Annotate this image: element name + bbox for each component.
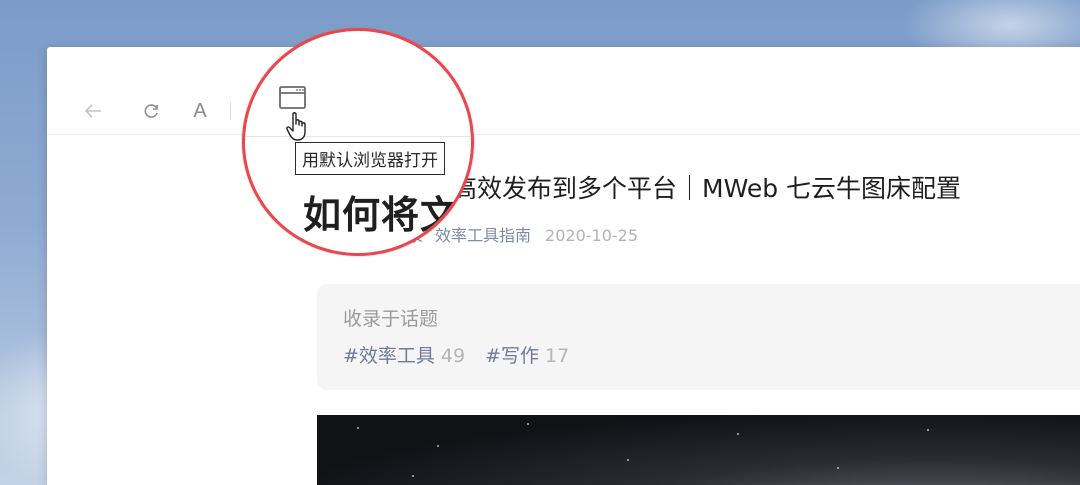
hand-cursor-icon bbox=[285, 111, 313, 143]
tooltip: 用默认浏览器打开 bbox=[295, 142, 445, 175]
star-dot bbox=[737, 433, 739, 435]
refresh-icon[interactable] bbox=[139, 99, 163, 123]
article-title-magnified: 如何将文 bbox=[303, 193, 460, 237]
topic-heading: 收录于话题 bbox=[343, 308, 439, 330]
arrow-left-icon[interactable] bbox=[81, 99, 105, 123]
cover-image bbox=[317, 415, 1080, 485]
article-title-continuation: 高效发布到多个平台｜MWeb 七云牛图床配置 bbox=[452, 174, 962, 203]
topic-count: 49 bbox=[440, 345, 466, 367]
topic-collection-box: 收录于话题 #效率工具 49 #写作 17 bbox=[317, 284, 1080, 390]
toolbar-divider bbox=[230, 102, 231, 120]
star-dot bbox=[412, 475, 414, 477]
star-dot bbox=[357, 427, 359, 429]
star-dot bbox=[437, 445, 439, 447]
toolbar-divider bbox=[245, 136, 471, 137]
star-dot bbox=[527, 423, 529, 425]
browser-window-icon[interactable] bbox=[279, 86, 306, 109]
topic-link[interactable]: #写作 bbox=[485, 345, 539, 367]
toolbar: A bbox=[47, 47, 1080, 135]
star-dot bbox=[927, 429, 929, 431]
font-size-button[interactable]: A bbox=[188, 99, 212, 123]
topic-link[interactable]: #效率工具 bbox=[343, 345, 435, 367]
topic-list: #效率工具 49 #写作 17 bbox=[343, 341, 589, 368]
star-dot bbox=[627, 459, 629, 461]
topic-count: 17 bbox=[545, 345, 570, 367]
app-window: A 如何将文 高效发布到多个平台｜MWeb 七云牛图床配置 录效率工具指南202… bbox=[47, 47, 1080, 485]
publish-date: 2020-10-25 bbox=[545, 226, 639, 245]
magnifier-highlight: 用默认浏览器打开 如何将文 bbox=[242, 28, 474, 256]
star-dot bbox=[837, 467, 839, 469]
